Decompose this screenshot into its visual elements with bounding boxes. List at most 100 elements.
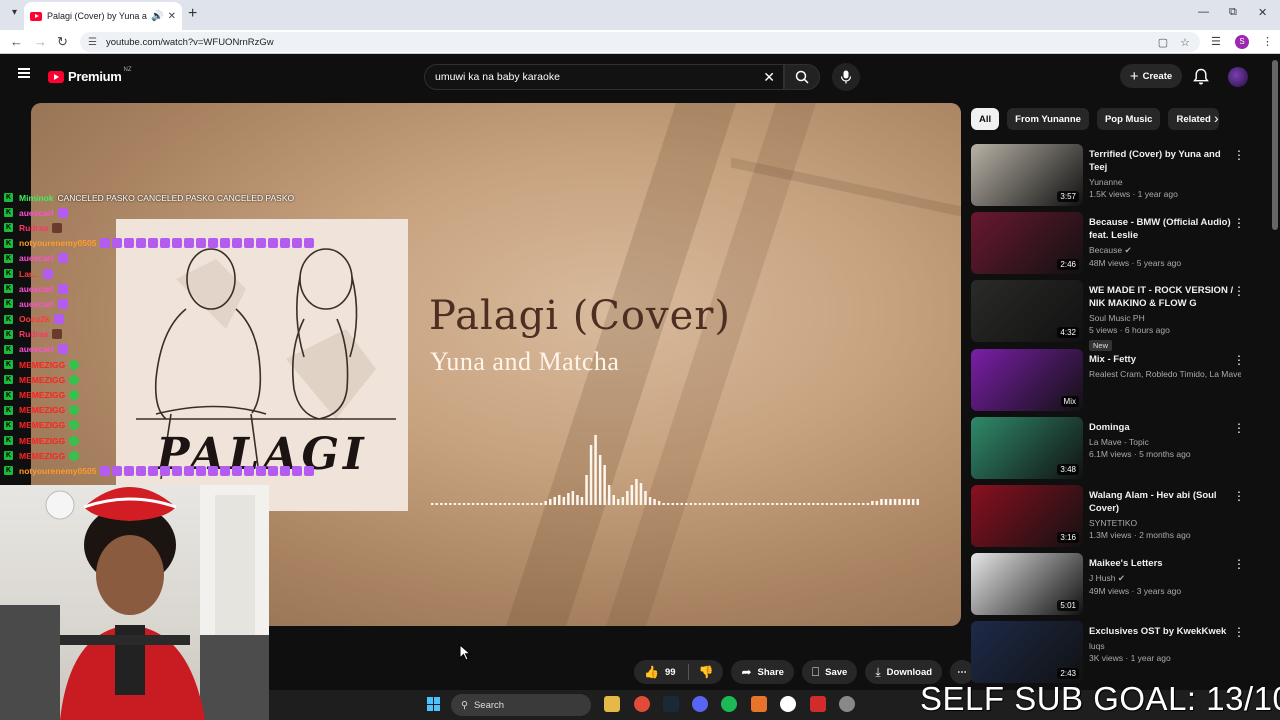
chrome-icon[interactable] <box>634 696 650 712</box>
chat-username[interactable]: auescarl <box>19 299 54 309</box>
recommended-video[interactable]: 3:48 Dominga La Mave - Topic 6.1M views · 5… <box>971 417 1251 481</box>
steam-icon[interactable] <box>663 696 679 712</box>
channel-name[interactable]: luqs <box>1089 641 1105 651</box>
app-icon[interactable] <box>810 696 826 712</box>
video-thumbnail[interactable]: 2:46 <box>971 212 1083 274</box>
video-title[interactable]: Maikee's Letters <box>1089 557 1241 570</box>
back-icon[interactable]: ← <box>10 34 23 49</box>
chat-username[interactable]: MEMEZIGG <box>19 451 65 461</box>
filter-chip[interactable]: All <box>971 108 1000 130</box>
recommended-video[interactable]: 3:57 Terrified (Cover) by Yuna and Teej Yu… <box>971 144 1251 208</box>
video-thumbnail[interactable]: Mix <box>971 349 1083 411</box>
profile-avatar[interactable]: S <box>1235 35 1249 49</box>
chevron-right-icon[interactable]: › <box>1214 110 1219 126</box>
browser-tab[interactable]: Palagi (Cover) by Yuna and 🔊 ✕ <box>24 2 182 30</box>
chat-username[interactable]: auescarl <box>19 344 54 354</box>
voice-search-button[interactable] <box>832 63 860 91</box>
video-title[interactable]: Walang Alam - Hev abi (Soul Cover) <box>1089 489 1241 515</box>
more-options-icon[interactable]: ⋮ <box>1233 353 1245 367</box>
maximize-icon[interactable]: ⧉ <box>1229 6 1237 19</box>
forward-icon[interactable]: → <box>34 34 47 49</box>
cast-icon[interactable]: ▢ <box>1158 36 1168 49</box>
chat-username[interactable]: notyourenemy0505 <box>19 466 96 476</box>
chat-username[interactable]: MEMEZIGG <box>19 390 65 400</box>
video-thumbnail[interactable]: 3:48 <box>971 417 1083 479</box>
reload-icon[interactable]: ↻ <box>57 34 68 50</box>
channel-name[interactable]: Yunanne <box>1089 177 1123 187</box>
more-options-icon[interactable]: ⋮ <box>1233 216 1245 230</box>
video-thumbnail[interactable]: 5:01 <box>971 553 1083 615</box>
youtube-logo[interactable]: Premium NZ <box>48 67 132 84</box>
video-thumbnail[interactable]: 3:16 <box>971 485 1083 547</box>
chat-username[interactable]: auescarl <box>19 284 54 294</box>
more-options-icon[interactable]: ⋮ <box>1233 625 1245 639</box>
video-title[interactable]: Dominga <box>1089 421 1241 434</box>
discord-icon[interactable] <box>692 696 708 712</box>
windows-start-icon[interactable] <box>427 697 441 711</box>
recommended-video[interactable]: 5:01 Maikee's Letters J Hush ✔ 49M views · … <box>971 553 1251 617</box>
video-title[interactable]: Terrified (Cover) by Yuna and Teej <box>1089 148 1241 174</box>
recommended-video[interactable]: 4:32 WE MADE IT - ROCK VERSION / NIK MAKI… <box>971 280 1251 351</box>
new-tab-button[interactable]: + <box>188 5 197 23</box>
share-button[interactable]: ➦ Share <box>731 660 794 684</box>
video-title[interactable]: WE MADE IT - ROCK VERSION / NIK MAKINO &… <box>1089 284 1241 310</box>
spotify-icon[interactable] <box>721 696 737 712</box>
recommended-video[interactable]: 2:46 Because - BMW (Official Audio) feat.… <box>971 212 1251 276</box>
chat-username[interactable]: auescarl <box>19 253 54 263</box>
more-options-icon[interactable]: ⋮ <box>1233 148 1245 162</box>
create-button[interactable]: + Create <box>1120 64 1182 88</box>
chat-username[interactable]: MEMEZIGG <box>19 405 65 415</box>
close-tab-icon[interactable]: ✕ <box>168 11 176 22</box>
channel-name[interactable]: La Mave - Topic <box>1089 437 1149 447</box>
filter-chip[interactable]: Related <box>1168 108 1219 130</box>
chat-username[interactable]: Rudraa <box>19 223 48 233</box>
chat-username[interactable]: Miminok <box>19 193 53 203</box>
channel-name[interactable]: J Hush <box>1089 573 1115 583</box>
app-icon[interactable] <box>839 696 855 712</box>
chat-username[interactable]: MEMEZIGG <box>19 375 65 385</box>
page-scrollbar[interactable] <box>1272 60 1278 230</box>
guide-menu-icon[interactable] <box>18 68 30 78</box>
channel-name[interactable]: Soul Music PH <box>1089 313 1145 323</box>
chat-username[interactable]: auescarl <box>19 208 54 218</box>
video-thumbnail[interactable]: 4:32 <box>971 280 1083 342</box>
recommended-video[interactable]: 2:43 Exclusives OST by KwekKwek luqs 3K vie… <box>971 621 1251 685</box>
thumbs-down-icon[interactable]: 👎 <box>699 665 714 679</box>
search-input[interactable]: umuwi ka na baby karaoke ✕ <box>424 64 784 90</box>
filter-chip[interactable]: Pop Music <box>1096 108 1161 130</box>
filter-chip[interactable]: From Yunanne <box>1007 108 1089 130</box>
channel-name[interactable]: Because <box>1089 245 1122 255</box>
video-thumbnail[interactable]: 3:57 <box>971 144 1083 206</box>
notifications-bell-icon[interactable] <box>1193 68 1209 86</box>
search-button[interactable] <box>784 64 820 90</box>
more-options-icon[interactable]: ⋮ <box>1233 557 1245 571</box>
video-title[interactable]: Because - BMW (Official Audio) feat. Les… <box>1089 216 1241 242</box>
taskbar-search[interactable]: ⚲ Search <box>451 694 591 716</box>
url-field[interactable]: ☰ youtube.com/watch?v=WFUONrnRzGw ▢ ☆ <box>80 32 1200 52</box>
save-button[interactable]: ⎕ Save <box>801 660 858 684</box>
chat-username[interactable]: MEMEZIGG <box>19 436 65 446</box>
chat-username[interactable]: MEMEZIGG <box>19 360 65 370</box>
media-control-icon[interactable]: ☰ <box>1211 35 1221 48</box>
site-info-icon[interactable]: ☰ <box>88 37 98 48</box>
channel-name[interactable]: Realest Cram, Robledo Timido, La Mave, .… <box>1089 369 1241 379</box>
chat-username[interactable]: Lar... <box>19 269 39 279</box>
chat-username[interactable]: MEMEZIGG <box>19 420 65 430</box>
file-explorer-icon[interactable] <box>604 696 620 712</box>
close-window-icon[interactable]: ✕ <box>1258 6 1267 19</box>
bookmark-star-icon[interactable]: ☆ <box>1180 36 1190 49</box>
tab-search-icon[interactable]: ▾ <box>12 7 17 18</box>
more-options-icon[interactable]: ⋮ <box>1233 421 1245 435</box>
more-options-icon[interactable]: ⋮ <box>1233 284 1245 298</box>
chat-username[interactable]: Oozu2k <box>19 314 50 324</box>
obs-icon[interactable] <box>780 696 796 712</box>
speaker-icon[interactable]: 🔊 <box>151 11 163 22</box>
more-options-icon[interactable]: ⋮ <box>1233 489 1245 503</box>
channel-name[interactable]: SYNTETIKO <box>1089 518 1137 528</box>
clear-search-icon[interactable]: ✕ <box>763 69 775 86</box>
app-icon[interactable] <box>751 696 767 712</box>
video-title[interactable]: Mix - Fetty <box>1089 353 1241 366</box>
recommended-video[interactable]: 3:16 Walang Alam - Hev abi (Soul Cover) SY… <box>971 485 1251 549</box>
chat-username[interactable]: notyourenemy0505 <box>19 238 96 248</box>
account-avatar[interactable] <box>1228 67 1248 87</box>
